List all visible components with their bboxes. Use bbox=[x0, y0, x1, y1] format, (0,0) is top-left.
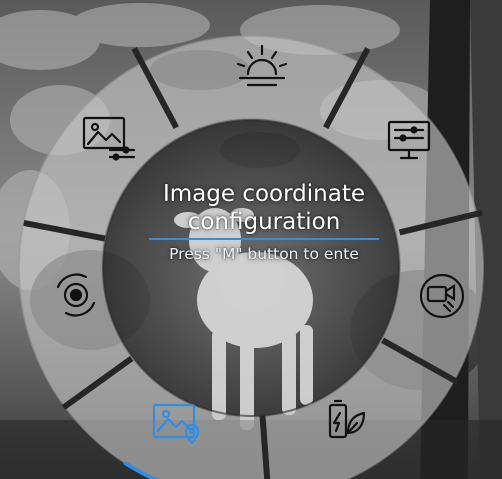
menu-title-line2: configuration bbox=[187, 209, 341, 235]
center-label: Image coordinate configuration Press "M"… bbox=[86, 180, 442, 264]
thermal-viewfinder-screen: Image coordinate configuration Press "M"… bbox=[0, 0, 502, 479]
menu-hint: Press "M" button to ente bbox=[169, 245, 359, 263]
title-underline bbox=[149, 238, 379, 240]
menu-title-line1: Image coordinate bbox=[162, 181, 365, 207]
